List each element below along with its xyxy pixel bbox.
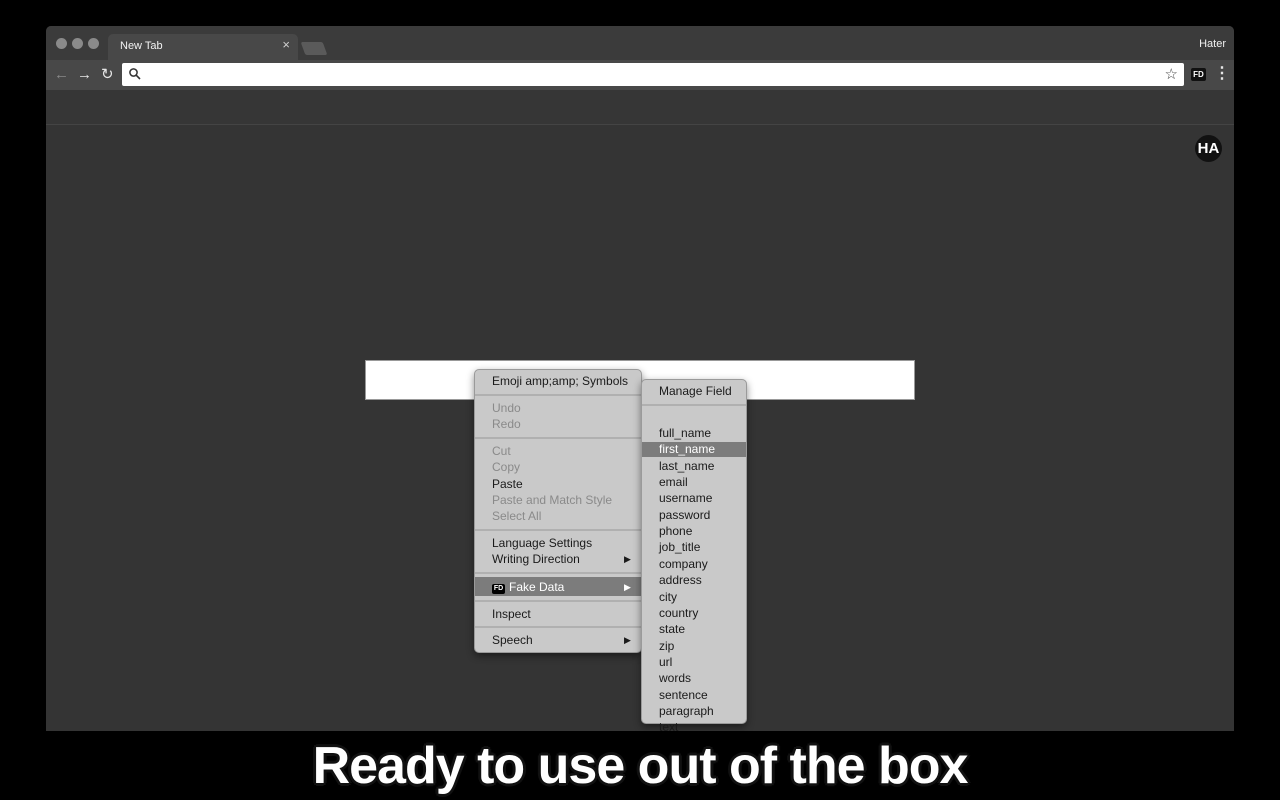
menu-item-inspect[interactable]: Inspect [492, 607, 531, 621]
menu-item-copy: Copy [492, 460, 521, 474]
submenu-item-paragraph[interactable]: paragraph [659, 704, 714, 718]
menu-item-redo: Redo [492, 417, 521, 431]
submenu-item-country[interactable]: country [659, 606, 698, 620]
submenu-item-company[interactable]: company [659, 557, 708, 571]
menu-item-fake-data-label: Fake Data [509, 580, 565, 594]
address-bar[interactable]: ☆ [122, 63, 1184, 86]
submenu-item-address[interactable]: address [659, 573, 702, 587]
submenu-item-city[interactable]: city [659, 590, 677, 604]
menu-item-manage-field[interactable]: Manage Field [659, 384, 732, 398]
menu-separator [642, 404, 746, 406]
submenu-item-full-name[interactable]: full_name [659, 426, 711, 440]
menu-separator [475, 600, 641, 602]
submenu-item-url[interactable]: url [659, 655, 672, 669]
context-menu: Emoji amp;amp; Symbols Undo Redo Cut Cop… [474, 369, 642, 653]
menu-separator [475, 437, 641, 439]
menu-item-paste-match-style: Paste and Match Style [492, 493, 613, 507]
tab-new-tab[interactable]: New Tab × [108, 34, 298, 60]
reload-icon[interactable]: ↻ [101, 65, 114, 85]
caption-headline: Ready to use out of the box [312, 737, 969, 795]
menu-item-writing-direction[interactable]: Writing Direction [492, 552, 580, 566]
submenu-arrow-icon: ▶ [624, 554, 631, 564]
submenu-item-first-name[interactable]: first_name [659, 442, 715, 456]
menu-separator [475, 626, 641, 628]
submenu-item-phone[interactable]: phone [659, 524, 692, 538]
submenu-arrow-icon: ▶ [624, 635, 631, 645]
menu-item-select-all: Select All [492, 509, 542, 523]
tab-title: New Tab [120, 40, 163, 52]
menu-item-cut: Cut [492, 444, 511, 458]
toolbar: ← → ↻ ☆ FD ⋮ [46, 60, 1234, 90]
submenu-item-sentence[interactable]: sentence [659, 688, 708, 702]
submenu-item-password[interactable]: password [659, 508, 710, 522]
submenu-item-username[interactable]: username [659, 491, 712, 505]
back-arrow-icon[interactable]: ← [54, 65, 69, 85]
submenu-item-words[interactable]: words [659, 671, 691, 685]
submenu-item-job-title[interactable]: job_title [659, 540, 700, 554]
submenu-item-last-name[interactable]: last_name [659, 459, 714, 473]
menu-separator [475, 394, 641, 396]
bookmarks-bar [46, 90, 1234, 125]
minimize-window-button[interactable] [72, 38, 83, 49]
profile-name[interactable]: Hater [1199, 38, 1226, 50]
submenu-item-email[interactable]: email [659, 475, 688, 489]
search-icon [129, 68, 141, 80]
menu-separator [475, 572, 641, 574]
new-tab-button[interactable] [300, 42, 328, 55]
submenu-item-state[interactable]: state [659, 622, 685, 636]
menu-separator [475, 529, 641, 531]
menu-item-language-settings[interactable]: Language Settings [492, 536, 592, 550]
title-bar: New Tab × Hater [46, 26, 1234, 60]
fake-data-icon: FD [492, 584, 505, 594]
browser-menu-icon[interactable]: ⋮ [1214, 63, 1230, 83]
close-window-button[interactable] [56, 38, 67, 49]
submenu-item-text[interactable]: text [659, 720, 678, 734]
avatar[interactable]: HA [1195, 135, 1222, 162]
menu-item-undo: Undo [492, 401, 521, 415]
submenu-item-zip[interactable]: zip [659, 639, 674, 653]
menu-item-speech[interactable]: Speech [492, 633, 533, 647]
fake-data-extension-icon[interactable]: FD [1191, 68, 1206, 81]
tab-close-icon[interactable]: × [282, 37, 290, 52]
submenu-arrow-icon: ▶ [624, 582, 631, 592]
menu-item-fake-data[interactable]: FD Fake Data ▶ [475, 577, 641, 596]
forward-arrow-icon[interactable]: → [77, 65, 92, 85]
bookmark-star-icon[interactable]: ☆ [1165, 65, 1178, 83]
menu-item-paste[interactable]: Paste [492, 477, 523, 491]
fake-data-submenu: Manage Field full_name first_name last_nam… [641, 379, 747, 734]
menu-item-emoji-symbols[interactable]: Emoji amp;amp; Symbols [492, 374, 628, 388]
zoom-window-button[interactable] [88, 38, 99, 49]
